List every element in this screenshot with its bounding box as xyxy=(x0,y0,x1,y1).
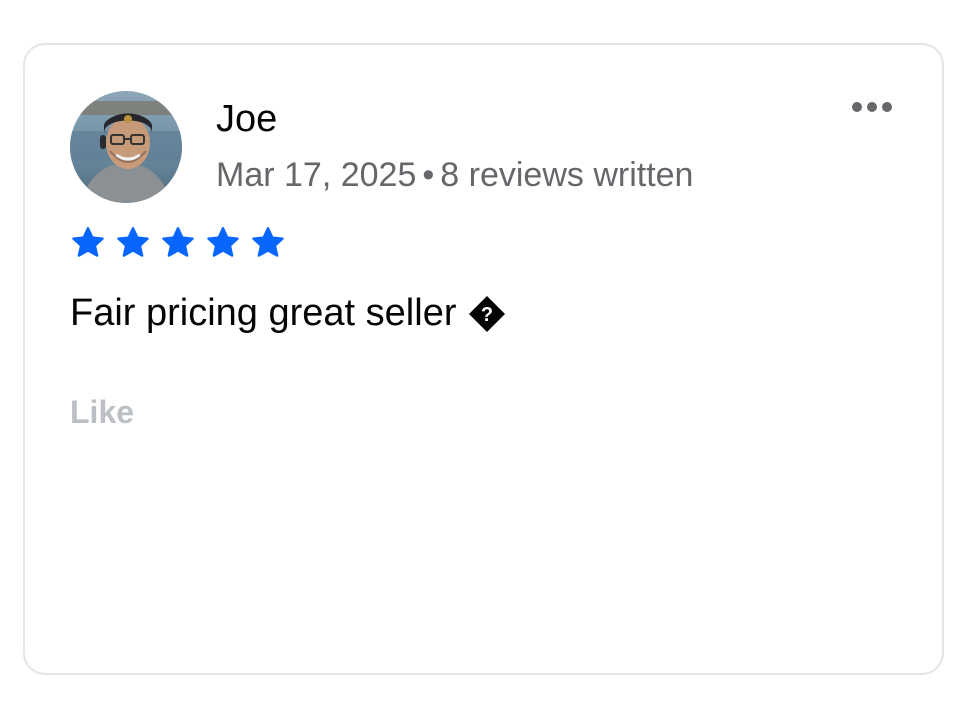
reviewer-name[interactable]: Joe xyxy=(216,97,277,141)
like-button[interactable]: Like xyxy=(70,392,134,432)
reviews-written-count: 8 reviews written xyxy=(440,156,694,194)
more-options-button[interactable] xyxy=(846,92,898,122)
star-filled-icon xyxy=(250,225,286,261)
review-date: Mar 17, 2025 xyxy=(216,156,417,194)
replacement-glyph-mark: ? xyxy=(481,304,493,326)
star-filled-icon xyxy=(115,225,151,261)
meta-separator: • xyxy=(422,156,435,194)
review-meta: Mar 17, 2025 • 8 reviews written xyxy=(216,154,693,196)
more-horizontal-icon xyxy=(852,102,892,112)
star-filled-icon xyxy=(70,225,106,261)
star-filled-icon xyxy=(205,225,241,261)
review-text-content: Fair pricing great seller xyxy=(70,292,457,334)
avatar[interactable] xyxy=(70,91,182,203)
star-rating xyxy=(70,225,286,261)
replacement-character-icon: ? xyxy=(468,295,506,344)
review-text: Fair pricing great seller? xyxy=(70,290,506,344)
star-filled-icon xyxy=(160,225,196,261)
